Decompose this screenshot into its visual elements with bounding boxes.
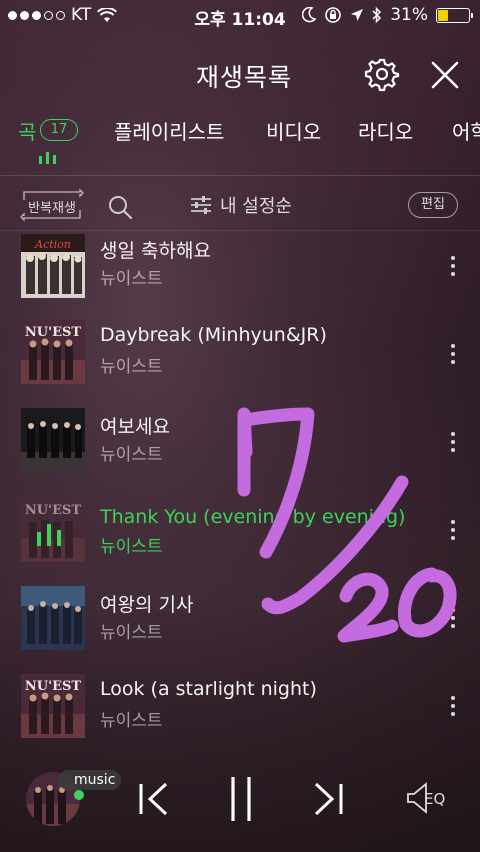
battery-icon [436,7,473,23]
song-count-badge: 17 [40,119,78,141]
divider [0,230,480,231]
tab-video[interactable]: 비디오 [266,116,321,145]
tab-label: 라디오 [358,120,414,144]
rotation-lock-icon [325,7,342,23]
song-artist: 뉴이스트 [100,537,163,557]
now-playing-icon [37,524,61,546]
song-artist: 뉴이스트 [100,269,163,289]
equalizer-icon [39,152,56,164]
album-cover: NU'EST [21,674,85,738]
sort-button[interactable]: 내 설정순 [190,192,292,218]
album-cover [21,586,85,650]
more-icon[interactable] [448,344,458,368]
song-artist: 뉴이스트 [100,711,163,731]
next-icon[interactable] [312,780,344,818]
album-cover [21,408,85,472]
more-icon[interactable] [448,696,458,720]
song-row-playing[interactable]: NU'EST Thank You (evening by evening) 뉴이… [0,490,480,578]
song-artist: 뉴이스트 [100,357,163,377]
pause-icon[interactable] [228,774,254,824]
tab-label: 곡 [18,120,37,144]
eq-button[interactable]: EQ [404,780,456,816]
tab-radio[interactable]: 라디오 [358,116,413,145]
album-cover: NU'EST [21,320,85,384]
song-row[interactable]: 여왕의 기사 뉴이스트 [0,578,480,666]
more-icon[interactable] [448,432,458,456]
song-row[interactable]: NU'EST Daybreak (Minhyun&JR) 뉴이스트 [0,314,480,402]
list-toolbar: 반복재생 내 설정순 편집 [0,188,480,228]
tab-label: 어학 [452,120,480,144]
song-row[interactable]: 여보세요 뉴이스트 [0,402,480,490]
song-title: Thank You (evening by evening) [100,506,406,528]
tab-label: 비디오 [266,120,322,144]
location-icon [351,9,364,21]
eq-label: EQ [424,790,446,808]
tab-bar: 곡 17 플레이리스트 비디오 라디오 어학 [0,116,480,176]
song-row[interactable]: Action 생일 축하해요 뉴이스트 [0,232,480,314]
status-bar: KT 오후 11:04 31% [0,0,480,32]
close-icon[interactable] [428,58,462,92]
sliders-icon [191,196,211,214]
source-tag: music [58,770,122,790]
song-title: 여보세요 [100,416,170,438]
status-dot [74,790,84,800]
repeat-label: 반복재생 [28,201,76,216]
edit-button[interactable]: 편집 [408,192,458,218]
tab-playlist[interactable]: 플레이리스트 [114,116,224,145]
battery-percent: 31% [390,5,428,25]
previous-icon[interactable] [138,780,170,818]
svg-text:NU'EST: NU'EST [25,325,81,340]
svg-text:Action: Action [34,238,71,251]
tab-language[interactable]: 어학 [452,116,480,145]
page-title: 재생목록 [195,63,292,92]
gear-icon[interactable] [364,56,400,92]
song-row[interactable]: NU'EST Look (a starlight night) 뉴이스트 [0,666,480,752]
song-artist: 뉴이스트 [100,445,163,465]
repeat-button[interactable]: 반복재생 [20,188,84,222]
tab-label: 플레이리스트 [114,120,225,144]
more-icon[interactable] [448,256,458,280]
song-title: Daybreak (Minhyun&JR) [100,324,327,346]
svg-text:NU'EST: NU'EST [25,503,81,518]
divider [0,175,480,176]
more-icon[interactable] [448,608,458,632]
song-title: Look (a starlight night) [100,678,317,700]
tab-songs[interactable]: 곡 [18,116,36,145]
song-artist: 뉴이스트 [100,623,163,643]
song-title: 생일 축하해요 [100,240,211,262]
more-icon[interactable] [448,520,458,544]
mini-player: music EQ [0,760,480,852]
sort-label: 내 설정순 [220,196,292,217]
song-title: 여왕의 기사 [100,594,194,616]
album-cover: Action [21,234,85,298]
bluetooth-icon [372,6,382,24]
svg-text:NU'EST: NU'EST [25,679,81,694]
song-list: Action 생일 축하해요 뉴이스트 NU'EST Daybreak (Min… [0,232,480,752]
header: 재생목록 [0,52,480,98]
moon-icon [302,7,317,23]
search-icon[interactable] [107,194,133,220]
